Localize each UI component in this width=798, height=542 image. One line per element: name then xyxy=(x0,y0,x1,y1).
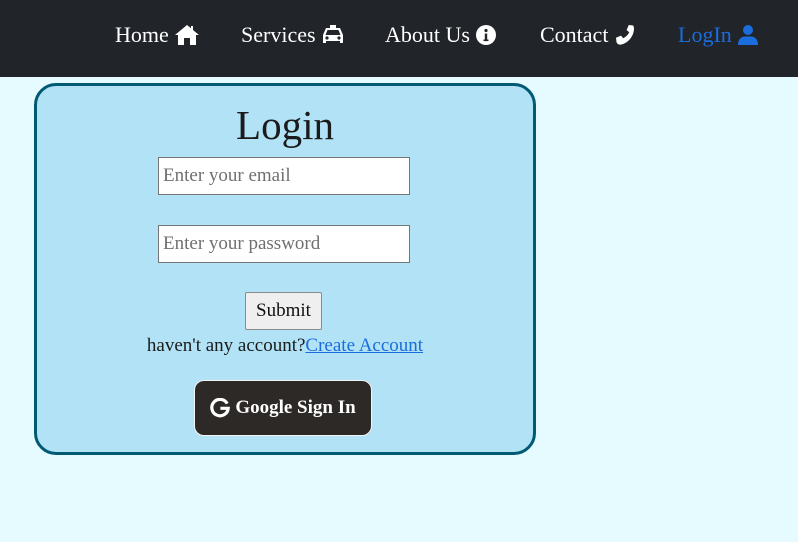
nav-item-home[interactable]: Home xyxy=(115,20,200,50)
info-icon xyxy=(475,24,497,46)
create-account-link[interactable]: Create Account xyxy=(305,335,423,356)
nav-item-contact[interactable]: Contact xyxy=(540,20,635,50)
login-card: Login Submit haven't any account?Create … xyxy=(34,83,536,455)
google-sign-in-button[interactable]: Google Sign In xyxy=(194,380,372,436)
nav-item-label: Services xyxy=(241,22,316,47)
google-icon xyxy=(210,398,231,418)
login-title: Login xyxy=(236,102,334,148)
nav-item-label: LogIn xyxy=(678,22,732,47)
phone-icon xyxy=(613,24,635,46)
taxi-icon xyxy=(321,24,345,46)
nav-item-label: Home xyxy=(115,22,169,47)
no-account-text: haven't any account? xyxy=(146,335,306,356)
home-icon xyxy=(174,24,200,46)
submit-button[interactable]: Submit xyxy=(245,292,322,330)
nav-item-label: About Us xyxy=(385,22,470,47)
no-account-prompt: haven't any account?Create Account xyxy=(37,335,533,357)
nav-item-label: Contact xyxy=(540,22,609,47)
nav-item-login[interactable]: LogIn xyxy=(678,20,759,50)
navbar: Home Services About Us Contact LogIn xyxy=(0,0,798,77)
user-icon xyxy=(737,24,759,46)
email-field[interactable] xyxy=(158,157,410,195)
google-sign-in-label: Google Sign In xyxy=(235,397,356,418)
nav-item-services[interactable]: Services xyxy=(241,20,345,50)
nav-item-about-us[interactable]: About Us xyxy=(385,20,497,50)
password-field[interactable] xyxy=(158,225,410,263)
